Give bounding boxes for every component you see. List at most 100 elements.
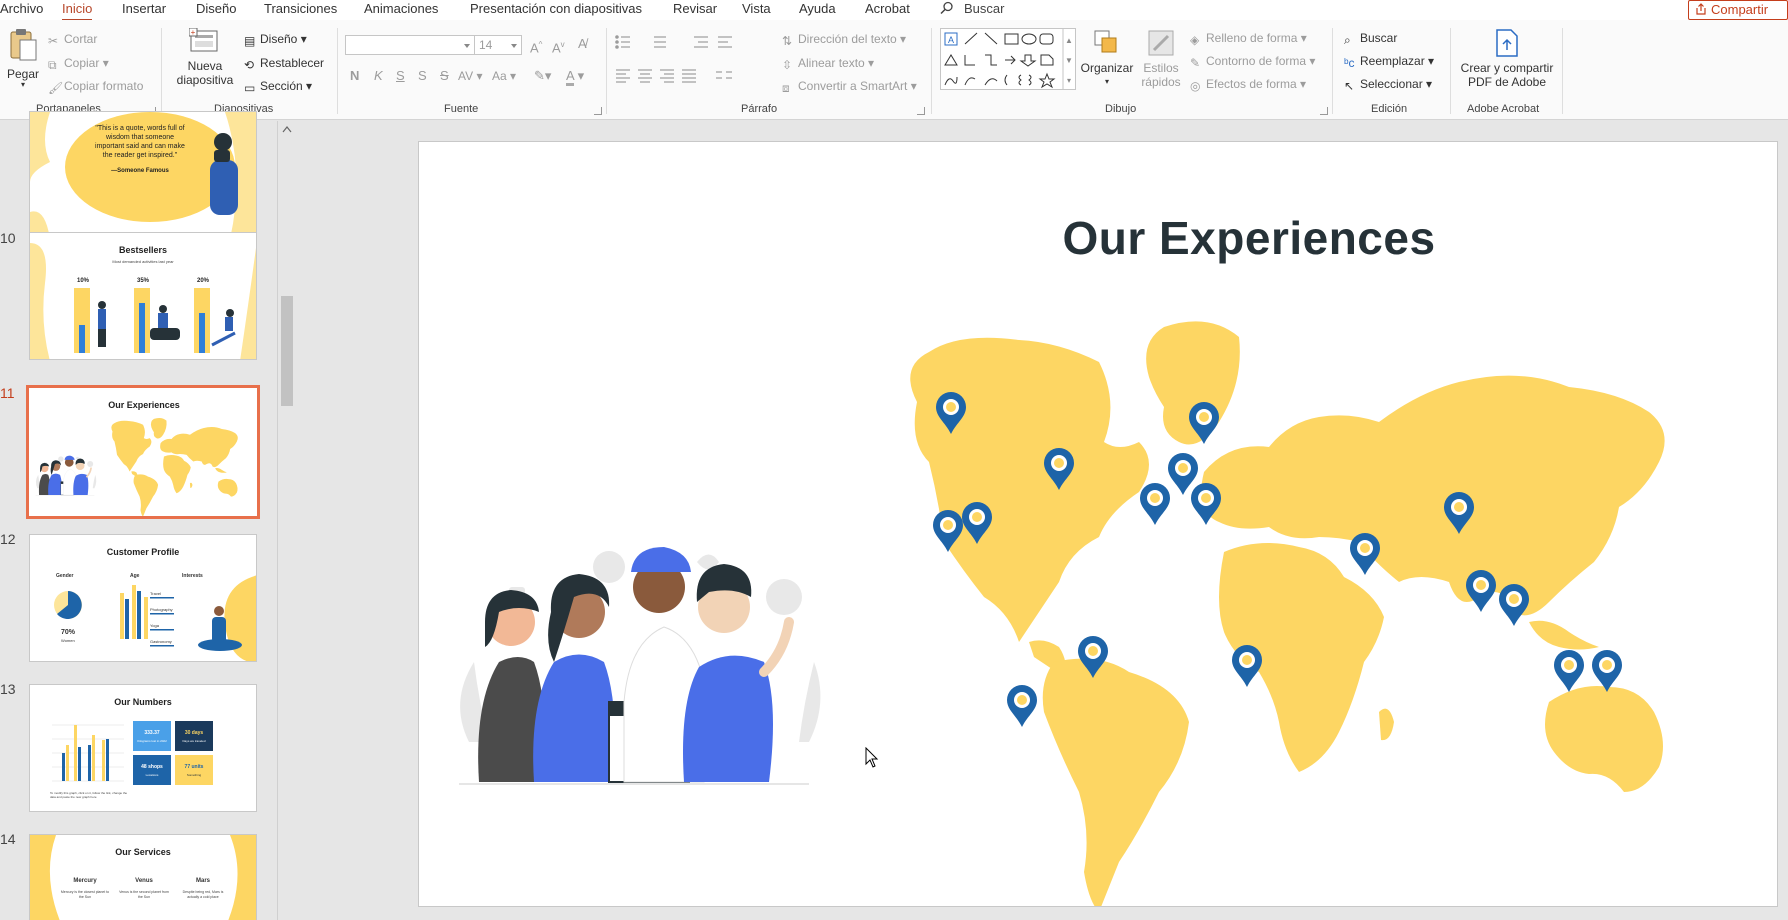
tab-acrobat[interactable]: Acrobat (865, 0, 910, 18)
share-button[interactable]: Compartir (1688, 0, 1788, 20)
bold-button[interactable]: N (350, 68, 359, 84)
grow-font-icon[interactable]: A^ (530, 37, 542, 56)
slide-13-box-1-text: Kilograms lost in 2022 (137, 739, 167, 743)
quick-styles-label-2: rápidos (1141, 75, 1181, 89)
tab-archivo[interactable]: Archivo (0, 0, 43, 18)
slide-thumbnail-pane[interactable]: "This is a quote, words full of wisdom t… (0, 111, 296, 920)
slide-thumbnail-11[interactable]: Our Experiences (26, 385, 260, 519)
copy-button[interactable]: ⧉ Copiar ▾ (48, 56, 109, 72)
slide-13-box-4-text: Something (186, 773, 202, 777)
tab-vista[interactable]: Vista (742, 0, 771, 18)
people-illustration (459, 547, 820, 784)
svg-text:A: A (948, 35, 954, 45)
slide-number-11: 11 (0, 385, 15, 401)
search-icon (940, 1, 953, 15)
scroll-up-icon[interactable] (282, 125, 292, 133)
svg-text:▲: ▲ (1065, 36, 1073, 45)
quick-styles-icon (1148, 30, 1174, 56)
group-separator (606, 28, 607, 114)
select-label: Seleccionar (1360, 77, 1423, 91)
font-color-icon[interactable]: A ▾ (566, 68, 584, 86)
align-text-button[interactable]: ⇳ Alinear texto ▾ (782, 56, 874, 72)
align-icons (616, 69, 732, 83)
slide-12-col-gender: Gender (56, 573, 74, 579)
tab-revisar[interactable]: Revisar (673, 0, 717, 18)
svg-text:+: + (191, 28, 196, 37)
new-slide-button[interactable]: + Nueva diapositiva (170, 27, 240, 87)
tab-diseno[interactable]: Diseño (196, 0, 236, 18)
char-spacing-label: AV (458, 69, 474, 83)
scrollbar-thumb[interactable] (281, 296, 293, 406)
drawing-launcher-icon[interactable] (1320, 107, 1328, 115)
align-text-icon: ⇳ (782, 58, 793, 72)
effects-icon: ◎ (1190, 79, 1201, 93)
group-separator (1450, 28, 1451, 114)
smartart-button[interactable]: ⧈ Convertir a SmartArt ▾ (782, 79, 917, 95)
slide-thumbnail-10[interactable]: Bestsellers Most demanded activities las… (29, 232, 257, 360)
shape-effects-button[interactable]: ◎ Efectos de forma ▾ (1190, 77, 1306, 93)
tab-insertar[interactable]: Insertar (122, 0, 166, 18)
group-label-drawing: Dibujo (1105, 103, 1137, 115)
slide-thumbnail-12[interactable]: Customer Profile Gender Age Interests 70… (29, 534, 257, 662)
slide-9-quote: "This is a quote, words full of wisdom t… (95, 125, 185, 159)
change-case-button[interactable]: Aa ▾ (492, 68, 516, 84)
create-pdf-label-1: Crear y compartir (1460, 61, 1554, 75)
italic-button[interactable]: K (374, 68, 383, 84)
underline-button[interactable]: S (396, 68, 405, 84)
paste-button[interactable]: Pegar ▾ (6, 28, 40, 89)
highlight-icon[interactable]: ✎▾ (534, 68, 551, 84)
slide-13-box-1-value: 333.37 (144, 730, 160, 736)
slide-13-box-3-value: 48 shops (141, 764, 163, 770)
slide-thumbnail-14[interactable]: Our Services Mercury Mercury is the clos… (29, 834, 257, 920)
clear-format-icon[interactable]: A̸ (578, 36, 587, 52)
cut-button[interactable]: ✂ Cortar (48, 32, 97, 48)
reset-button[interactable]: ⟲ Restablecer (244, 56, 324, 72)
section-button[interactable]: ▭ Sección ▾ (244, 79, 312, 95)
tab-transiciones[interactable]: Transiciones (264, 0, 337, 18)
strikethrough-button[interactable]: S (440, 68, 449, 84)
group-separator (1332, 28, 1333, 114)
replace-button[interactable]: ᵇc Reemplazar ▾ (1344, 54, 1434, 70)
share-icon (1696, 3, 1706, 15)
layout-button[interactable]: ▤ Diseño ▾ (244, 32, 307, 48)
pen-icon: ✎ (1190, 56, 1201, 70)
slide-thumbnail-9[interactable]: "This is a quote, words full of wisdom t… (29, 111, 257, 238)
font-name-combo[interactable] (345, 35, 475, 55)
shrink-font-icon[interactable]: Av (552, 37, 565, 56)
arrange-button[interactable]: Organizar ▾ (1078, 28, 1136, 89)
find-button[interactable]: ⌕ Buscar (1344, 31, 1397, 47)
create-pdf-button[interactable]: Crear y compartir PDF de Adobe (1458, 28, 1556, 89)
shape-outline-button[interactable]: ✎ Contorno de forma ▾ (1190, 54, 1315, 70)
shape-fill-button[interactable]: ◈ Relleno de forma ▾ (1190, 31, 1307, 47)
shapes-gallery[interactable]: A ▲ ▼ ▾ (940, 28, 1076, 90)
search-label: Buscar (964, 1, 1005, 16)
shadow-button[interactable]: S (418, 68, 427, 84)
world-map (910, 321, 1665, 906)
list-icons (615, 35, 732, 49)
select-button[interactable]: ↖ Seleccionar ▾ (1344, 77, 1432, 93)
tab-inicio[interactable]: Inicio (62, 0, 93, 21)
tab-presentacion[interactable]: Presentación con diapositivas (470, 0, 642, 18)
shape-outline-label: Contorno de forma (1206, 54, 1307, 68)
tell-me-search[interactable]: Buscar (940, 0, 1004, 18)
thumbnail-scrollbar[interactable] (277, 121, 296, 920)
menu-bar: Archivo Inicio Insertar Diseño Transicio… (0, 0, 1788, 21)
slide-canvas[interactable]: Our Experiences (418, 141, 1778, 907)
format-painter-button[interactable]: 🖌Copiar formato (48, 79, 143, 95)
quick-styles-button[interactable]: Estilos rápidos (1132, 28, 1190, 89)
char-spacing-button[interactable]: AV ▾ (458, 68, 482, 84)
slide-10-bar-label-1: 10% (77, 278, 90, 284)
slide-illustration[interactable] (419, 142, 1778, 907)
tab-animaciones[interactable]: Animaciones (364, 0, 438, 18)
text-direction-button[interactable]: ⇅ Dirección del texto ▾ (782, 32, 906, 48)
chevron-down-icon: ▾ (20, 80, 25, 89)
create-pdf-label-2: PDF de Adobe (1467, 75, 1547, 89)
paragraph-launcher-icon[interactable] (917, 107, 925, 115)
font-launcher-icon[interactable] (594, 107, 602, 115)
slide-14-col-1-head: Mercury (73, 878, 97, 884)
paint-bucket-icon: ◈ (1190, 33, 1200, 47)
tab-ayuda[interactable]: Ayuda (799, 0, 836, 18)
arrange-icon (1094, 30, 1117, 53)
font-size-combo[interactable]: 14 (474, 35, 522, 55)
slide-thumbnail-13[interactable]: Our Numbers 333.37 Kilograms lost in 202… (29, 684, 257, 812)
